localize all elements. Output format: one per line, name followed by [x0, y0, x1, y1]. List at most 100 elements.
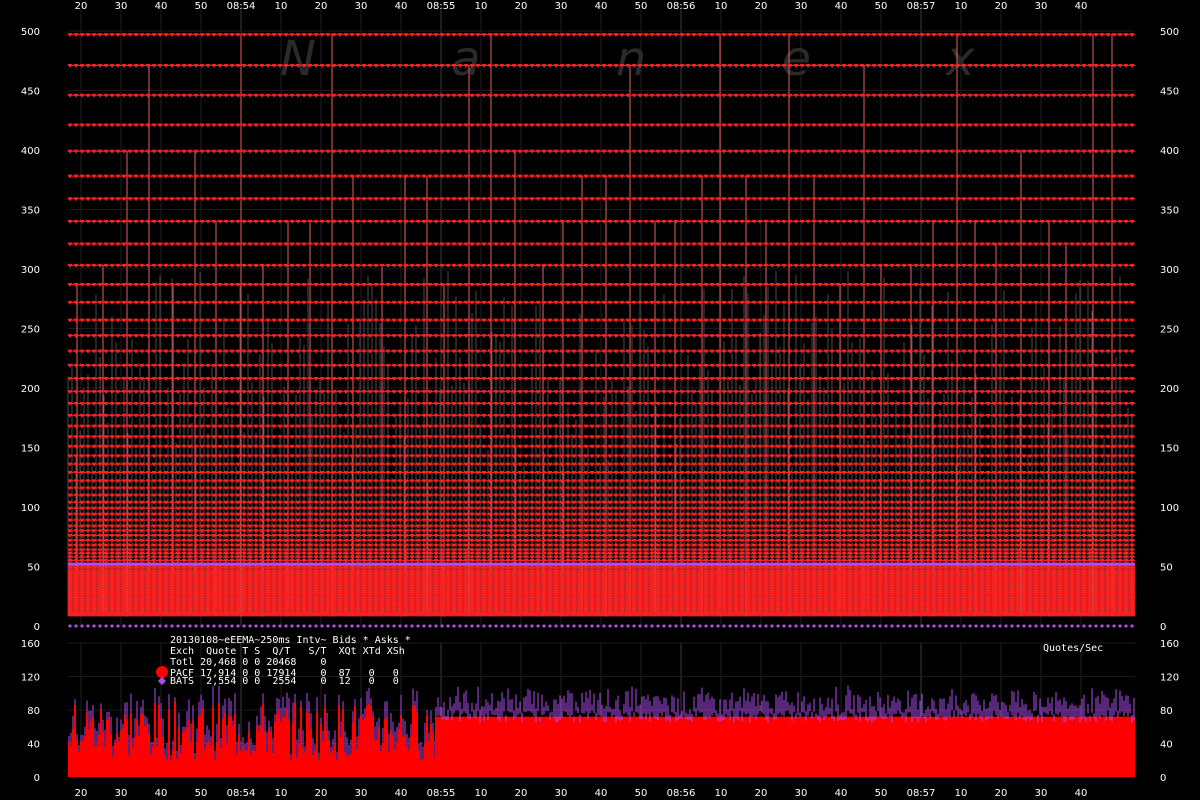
y-tick-label-right: 0 [1160, 773, 1166, 784]
x-tick-label-top: 08:54 [227, 1, 256, 12]
y-tick-label-right: 300 [1160, 265, 1179, 276]
pacf-rate-bar [408, 750, 410, 777]
x-tick-label-bottom: 08:54 [227, 788, 256, 799]
pacf-rate-bar [348, 756, 350, 777]
pacf-rate-bar [68, 741, 70, 777]
y-tick-label-left: 160 [21, 639, 40, 650]
pacf-rate-bar [274, 721, 276, 777]
pacf-rate-bar [406, 745, 408, 777]
pacf-rate-bar [238, 734, 240, 777]
pacf-rate-bar [376, 740, 378, 777]
pacf-rate-bar [158, 704, 160, 777]
legend-title: 20130108~eEEMA~250ms Intv~ Bids * Asks * [170, 635, 411, 646]
x-tick-label-top: 20 [315, 1, 328, 12]
pacf-rate-bar [212, 706, 214, 777]
pacf-rate-bar [156, 745, 158, 777]
pacf-rate-bar [414, 705, 416, 777]
x-tick-label-bottom: 20 [995, 788, 1008, 799]
pacf-rate-bar [136, 719, 138, 777]
y-tick-label-right: 40 [1160, 740, 1173, 751]
pacf-rate-bar [302, 747, 304, 777]
x-tick-label-bottom: 30 [795, 788, 808, 799]
pacf-rate-bar [258, 730, 260, 777]
pacf-rate-bar [354, 706, 356, 777]
pacf-rate-bar [126, 719, 128, 777]
x-tick-label-top: 40 [155, 1, 168, 12]
pacf-rate-bar [384, 718, 386, 777]
pacf-rate-bar [86, 712, 88, 777]
pacf-rate-bar [416, 711, 418, 777]
pacf-rate-bar [330, 753, 332, 777]
pacf-rate-bar [332, 749, 334, 777]
pacf-rate-bar [92, 716, 94, 777]
pacf-rate-bar [306, 710, 308, 777]
pacf-rate-bar [116, 733, 118, 777]
pacf-rate-bar [188, 719, 190, 777]
pacf-rate-bar [78, 751, 80, 777]
pacf-rate-bar [422, 758, 424, 777]
pacf-rate-bar [336, 760, 338, 777]
pacf-rate-bar [392, 735, 394, 777]
pacf-rate-bar [350, 753, 352, 777]
x-tick-label-bottom: 40 [1075, 788, 1088, 799]
watermark: N a n e x [280, 31, 1035, 87]
pacf-rate-bar [210, 745, 212, 777]
pacf-rate-bar [256, 725, 258, 777]
x-tick-label-bottom: 08:56 [667, 788, 696, 799]
y-tick-label-right: 250 [1160, 325, 1179, 336]
y-tick-label-right: 350 [1160, 206, 1179, 217]
x-tick-label-top: 08:56 [667, 1, 696, 12]
x-tick-label-top: 30 [1035, 1, 1048, 12]
pacf-rate-bar [196, 741, 198, 777]
y-tick-label-right: 200 [1160, 384, 1179, 395]
pacf-rate-bar [378, 726, 380, 777]
pacf-rate-bar [252, 749, 254, 777]
pacf-rate-bar [284, 717, 286, 777]
pacf-rate-bar [218, 702, 220, 777]
pacf-rate-bar [280, 721, 282, 777]
pacf-rate-bar [298, 743, 300, 777]
y-tick-label-right: 150 [1160, 444, 1179, 455]
pacf-rate-bar [370, 705, 372, 777]
pacf-rate-bar [410, 736, 412, 777]
pacf-rate-bar [166, 759, 168, 777]
pacf-rate-bar [400, 714, 402, 777]
pacf-rate-bar [260, 724, 262, 777]
y-tick-label-right: 500 [1160, 27, 1179, 38]
pacf-rate-bar [124, 714, 126, 777]
pacf-rate-bar [162, 737, 164, 777]
y-tick-label-left: 400 [21, 146, 40, 157]
x-tick-label-bottom: 30 [115, 788, 128, 799]
pacf-rate-bar [72, 729, 74, 777]
pacf-rate-block [435, 716, 1135, 777]
x-tick-label-top: 20 [515, 1, 528, 12]
y-tick-label-left: 450 [21, 87, 40, 98]
x-tick-label-top: 20 [995, 1, 1008, 12]
pacf-rate-bar [174, 701, 176, 777]
y-tick-label-right: 100 [1160, 503, 1179, 514]
pacf-rate-bar [290, 759, 292, 777]
pacf-rate-bar [346, 755, 348, 777]
pacf-rate-bar [140, 713, 142, 777]
pacf-rate-bar [142, 713, 144, 777]
pacf-rate-bar [246, 750, 248, 777]
x-tick-label-top: 40 [1075, 1, 1088, 12]
pacf-rate-bar [282, 716, 284, 777]
y-tick-label-right: 120 [1160, 673, 1179, 684]
y-tick-label-right: 50 [1160, 563, 1173, 574]
pacf-rate-bar [96, 745, 98, 777]
pacf-rate-bar [248, 731, 250, 777]
x-tick-label-bottom: 10 [955, 788, 968, 799]
x-tick-label-bottom: 20 [315, 788, 328, 799]
pacf-rate-bar [172, 749, 174, 777]
pacf-rate-bar [160, 717, 162, 777]
pacf-rate-bar [104, 747, 106, 777]
pacf-rate-bar [154, 702, 156, 777]
y-tick-label-left: 120 [21, 673, 40, 684]
pacf-rate-bar [100, 709, 102, 777]
pacf-rate-bar [208, 740, 210, 777]
x-tick-label-top: 50 [635, 1, 648, 12]
x-tick-label-top: 40 [395, 1, 408, 12]
x-tick-label-top: 10 [475, 1, 488, 12]
pacf-rate-bar [398, 728, 400, 777]
